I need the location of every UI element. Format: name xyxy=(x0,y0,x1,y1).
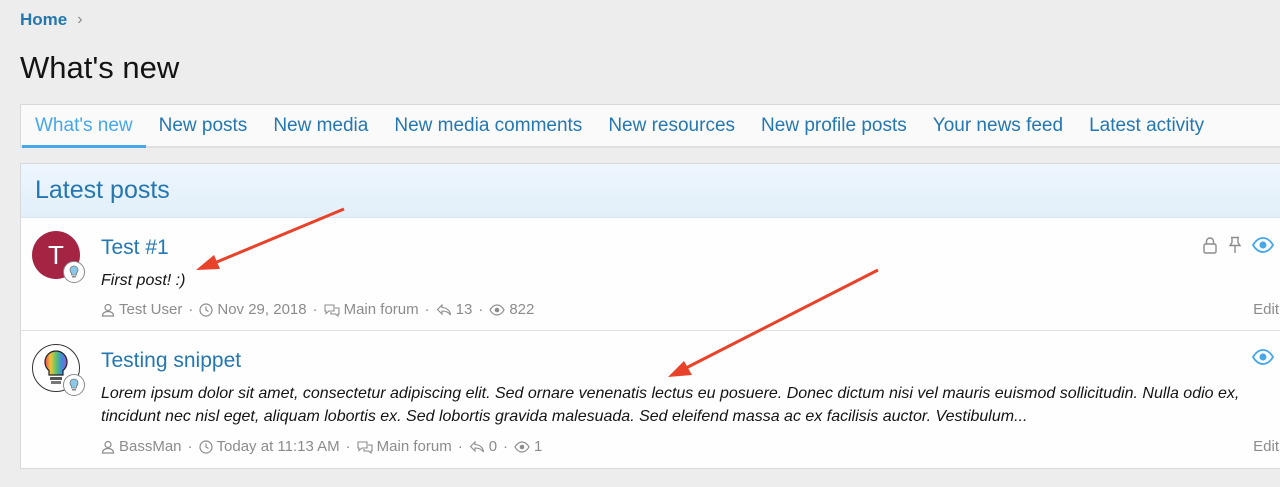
tab-whats-new[interactable]: What's new xyxy=(22,105,146,148)
eye-icon[interactable] xyxy=(1252,349,1274,365)
edit-link[interactable]: Edit xyxy=(1253,301,1279,318)
reply-icon xyxy=(469,440,484,452)
post-author-link[interactable]: BassMan xyxy=(119,438,182,455)
post-meta: BassMan · Today at 11:13 AM · Main forum… xyxy=(101,438,542,455)
comments-icon xyxy=(357,440,373,454)
post-date-link[interactable]: Today at 11:13 AM xyxy=(217,438,340,455)
lightbulb-icon[interactable] xyxy=(63,374,85,396)
post-title-link[interactable]: Test #1 xyxy=(101,236,169,260)
avatar-letter: T xyxy=(48,239,64,270)
views-eye-icon xyxy=(489,303,506,316)
edit-link[interactable]: Edit xyxy=(1253,438,1279,455)
block-title: Latest posts xyxy=(21,164,1280,218)
post-forum-link[interactable]: Main forum xyxy=(377,438,452,455)
breadcrumb: Home › xyxy=(20,10,83,30)
post-forum-link[interactable]: Main forum xyxy=(344,301,419,318)
page-title: What's new xyxy=(20,50,180,85)
post-snippet: Lorem ipsum dolor sit amet, consectetur … xyxy=(101,385,1240,425)
clock-icon xyxy=(199,302,213,317)
tab-bar: What's new New posts New media New media… xyxy=(20,104,1280,148)
post-status-icons xyxy=(1252,349,1274,365)
tab-new-media-comments[interactable]: New media comments xyxy=(381,105,595,146)
list-item: T Test #1 First post! :) Test User · Nov… xyxy=(21,218,1280,331)
tab-latest-activity[interactable]: Latest activity xyxy=(1076,105,1217,146)
post-meta: Test User · Nov 29, 2018 · Main forum · … xyxy=(101,301,534,318)
tab-new-resources[interactable]: New resources xyxy=(595,105,748,146)
post-author-link[interactable]: Test User xyxy=(119,301,182,318)
eye-icon[interactable] xyxy=(1252,237,1274,253)
tab-your-news-feed[interactable]: Your news feed xyxy=(920,105,1076,146)
views-eye-icon xyxy=(514,440,530,453)
comments-icon xyxy=(324,303,340,317)
chevron-right-icon: › xyxy=(77,11,83,28)
tab-new-posts[interactable]: New posts xyxy=(146,105,261,146)
pin-icon xyxy=(1228,236,1242,253)
post-status-icons xyxy=(1202,236,1274,254)
post-title-link[interactable]: Testing snippet xyxy=(101,349,241,373)
reply-count: 13 xyxy=(455,301,473,318)
post-date-link[interactable]: Nov 29, 2018 xyxy=(217,301,306,318)
view-count: 1 xyxy=(534,438,543,455)
user-icon xyxy=(101,440,115,454)
breadcrumb-home-link[interactable]: Home xyxy=(20,10,67,30)
reply-count: 0 xyxy=(488,438,498,455)
reply-icon xyxy=(436,303,451,315)
view-count: 822 xyxy=(509,301,535,318)
latest-posts-block: Latest posts T Test #1 First post! :) Te… xyxy=(20,163,1280,469)
tab-new-media[interactable]: New media xyxy=(260,105,381,146)
lock-icon xyxy=(1203,237,1217,254)
clock-icon xyxy=(198,439,213,454)
lightbulb-icon[interactable] xyxy=(63,261,85,283)
user-icon xyxy=(101,303,115,317)
tab-new-profile-posts[interactable]: New profile posts xyxy=(748,105,920,146)
post-snippet: First post! :) xyxy=(101,272,186,289)
list-item: Testing snippet Lorem ipsum dolor sit am… xyxy=(21,331,1280,468)
